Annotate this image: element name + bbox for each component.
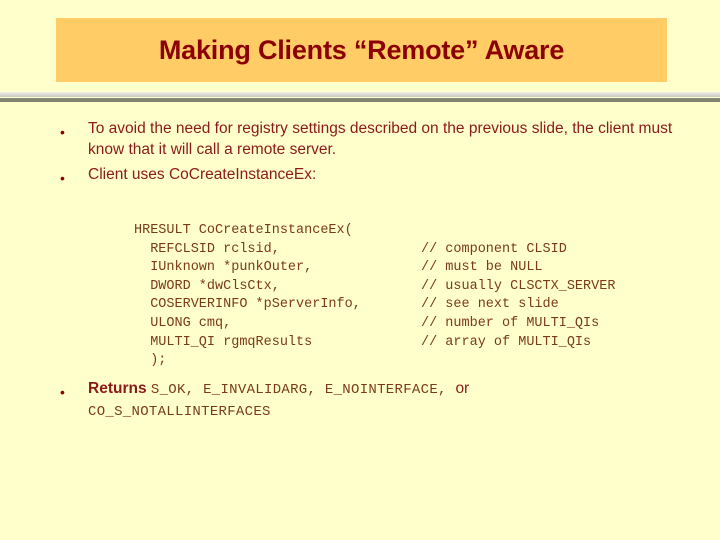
code-comment: // array of MULTI_QIs — [421, 334, 592, 350]
header-divider — [0, 92, 720, 102]
code-comment: // usually CLSCTX_SERVER — [421, 278, 616, 294]
code-comment: // number of MULTI_QIs — [421, 315, 600, 331]
list-item: • Returns S_OK, E_INVALIDARG, E_NOINTERF… — [0, 378, 720, 423]
returns-keyword: Returns — [88, 380, 151, 397]
bullet-marker-icon: • — [60, 124, 65, 140]
code-signature: REFCLSID rclsid, — [134, 241, 280, 257]
code-line: DWORD *dwClsCtx, // usually CLSCTX_SERVE… — [0, 278, 720, 297]
returns-trailing-word: or — [455, 380, 470, 397]
bullet-marker-icon: • — [60, 384, 65, 400]
code-line: ); — [0, 352, 720, 371]
list-item: • Client uses CoCreateInstanceEx: — [0, 164, 720, 189]
code-line: HRESULT CoCreateInstanceEx( — [0, 222, 720, 241]
code-signature: IUnknown *punkOuter, — [134, 260, 313, 276]
list-item: • To avoid the need for registry setting… — [0, 118, 720, 160]
code-line: REFCLSID rclsid, // component CLSID — [0, 241, 720, 260]
code-comment: // see next slide — [421, 297, 559, 313]
code-signature: ); — [134, 353, 167, 369]
code-line: IUnknown *punkOuter, // must be NULL — [0, 259, 720, 278]
slide-canvas: Making Clients “Remote” Aware • To avoid… — [0, 0, 720, 540]
code-line: MULTI_QI rgmqResults // array of MULTI_Q… — [0, 334, 720, 353]
divider-dark-bar — [0, 98, 720, 102]
returns-section: • Returns S_OK, E_INVALIDARG, E_NOINTERF… — [0, 378, 720, 423]
body-content: • To avoid the need for registry setting… — [0, 118, 720, 189]
bullet-marker-icon: • — [60, 170, 65, 186]
page-title: Making Clients “Remote” Aware — [158, 34, 565, 65]
code-signature: ULONG cmq, — [134, 315, 232, 331]
code-line: COSERVERINFO *pServerInfo, // see next s… — [0, 296, 720, 315]
code-comment: // component CLSID — [421, 241, 567, 257]
code-signature: MULTI_QI rgmqResults — [134, 334, 313, 350]
title-banner: Making Clients “Remote” Aware — [56, 18, 667, 82]
code-signature: HRESULT CoCreateInstanceEx( — [134, 223, 353, 238]
returns-line-two: CO_S_NOTALLINTERFACES — [88, 404, 271, 420]
returns-text: Returns S_OK, E_INVALIDARG, E_NOINTERFAC… — [88, 378, 706, 423]
returns-line-one: Returns S_OK, E_INVALIDARG, E_NOINTERFAC… — [88, 378, 706, 401]
code-block: HRESULT CoCreateInstanceEx( REFCLSID rcl… — [0, 222, 720, 371]
code-signature: COSERVERINFO *pServerInfo, — [134, 297, 361, 313]
bullet-text: Client uses CoCreateInstanceEx: — [88, 166, 317, 183]
code-comment: // must be NULL — [421, 260, 543, 276]
code-signature: DWORD *dwClsCtx, — [134, 278, 280, 294]
code-line: ULONG cmq, // number of MULTI_QIs — [0, 315, 720, 334]
bullet-text: To avoid the need for registry settings … — [88, 120, 673, 158]
returns-codes-first: S_OK, E_INVALIDARG, E_NOINTERFACE, — [150, 382, 456, 398]
